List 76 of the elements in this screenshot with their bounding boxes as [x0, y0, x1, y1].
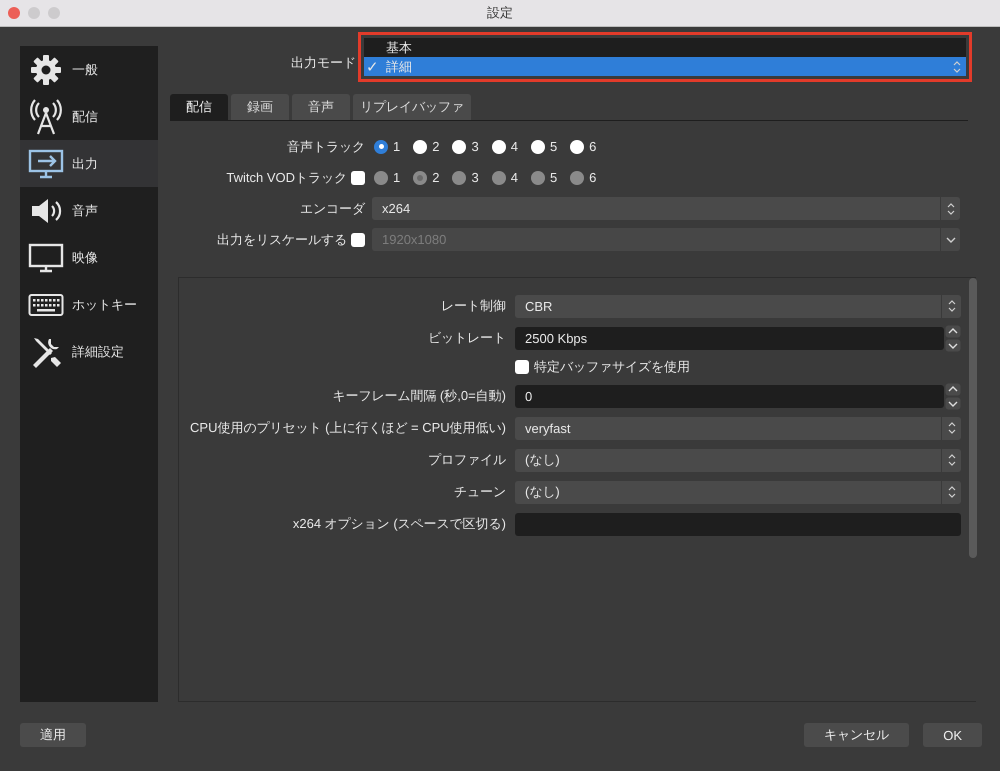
spin-box[interactable]: 0 [515, 384, 944, 408]
radio-label: 4 [510, 170, 518, 185]
radio-button[interactable] [570, 140, 584, 154]
dialog-button[interactable]: 適用 [20, 723, 86, 747]
scrollbar[interactable] [969, 278, 977, 558]
dropdown[interactable]: x264 [372, 197, 960, 220]
spin-up-icon [945, 382, 961, 396]
spin-down-icon [945, 396, 961, 410]
radio-button[interactable] [492, 140, 506, 154]
keyboard-icon [28, 292, 64, 316]
spin-down-icon [945, 338, 961, 352]
dropdown-option[interactable]: 基本 [364, 38, 966, 57]
sidebar-item[interactable]: 映像 [20, 234, 158, 281]
dialog-button[interactable]: OK [923, 723, 982, 747]
radio-button[interactable] [374, 140, 388, 154]
monitor-arrow-icon [28, 148, 64, 178]
field-label: 出力モード [290, 54, 356, 72]
field-label: レート制御 [441, 297, 506, 315]
sidebar-item[interactable]: 音声 [20, 187, 158, 234]
radio-button[interactable] [452, 140, 466, 154]
field-label: Twitch VODトラック [226, 168, 347, 186]
tab[interactable]: 音声 [292, 94, 350, 120]
tab[interactable]: リプレイバッファ [353, 94, 471, 120]
radio-label: 5 [550, 170, 558, 185]
radio-label: 6 [589, 139, 596, 154]
select-arrows-icon [946, 299, 956, 313]
tab[interactable]: 配信 [170, 94, 228, 120]
field-label: エンコーダ [300, 200, 365, 218]
radio-label: 1 [393, 170, 400, 185]
field-label: 音声トラック [287, 138, 365, 156]
sidebar-item[interactable]: 配信 [20, 93, 158, 140]
radio-label: 3 [471, 170, 479, 185]
radio-label: 4 [510, 139, 518, 154]
field-label: CPU使用のプリセット (上に行くほど = CPU使用低い) [190, 419, 506, 437]
radio-label: 6 [589, 170, 596, 185]
select-arrows-icon [952, 60, 962, 74]
speaker-icon [29, 196, 63, 224]
checkbox-label: 特定バッファサイズを使用 [534, 358, 690, 376]
radio-label: 2 [432, 139, 440, 154]
radio-button[interactable] [413, 140, 428, 154]
dropdown[interactable]: (なし) [515, 448, 961, 472]
chevron-down-icon [946, 236, 956, 244]
field-label: チューン [454, 483, 506, 501]
radio-label: 2 [432, 170, 440, 185]
checkbox[interactable] [515, 360, 529, 374]
select-arrows-icon [946, 485, 956, 499]
checkmark-icon: ✓ [366, 58, 379, 76]
sidebar-item[interactable]: 出力 [20, 140, 158, 187]
spin-up-icon [945, 324, 961, 338]
close-button[interactable] [8, 7, 20, 19]
radio-label: 1 [393, 139, 400, 154]
sidebar-item[interactable]: 詳細設定 [20, 328, 158, 375]
radio-label: 5 [550, 139, 558, 154]
select-arrows-icon [946, 453, 956, 467]
dropdown[interactable]: veryfast [515, 416, 961, 440]
radio-button[interactable] [530, 140, 545, 154]
select-arrows-icon [946, 202, 956, 216]
gear-icon [30, 54, 62, 86]
dialog-button[interactable]: キャンセル [804, 723, 910, 747]
field-label: キーフレーム間隔 (秒,0=自動) [332, 387, 506, 405]
field-label: ビットレート [428, 329, 506, 347]
window-title: 設定 [487, 4, 513, 22]
monitor-icon [28, 242, 64, 272]
broadcast-tower-icon [28, 98, 64, 134]
field-label: プロファイル [428, 451, 506, 469]
sidebar-item[interactable]: 一般 [20, 46, 158, 93]
radio-label: 3 [471, 139, 479, 154]
dropdown[interactable]: (なし) [515, 480, 961, 504]
field-label: 出力をリスケールする [217, 230, 347, 248]
field-label: x264 オプション (スペースで区切る) [292, 515, 506, 533]
select-arrows-icon [946, 421, 956, 435]
dropdown[interactable]: CBR [515, 294, 961, 318]
spin-box[interactable]: 2500 Kbps [515, 326, 944, 350]
tab[interactable]: 録画 [231, 94, 289, 120]
input-field[interactable] [515, 512, 961, 536]
sidebar-item[interactable]: ホットキー [20, 281, 158, 328]
